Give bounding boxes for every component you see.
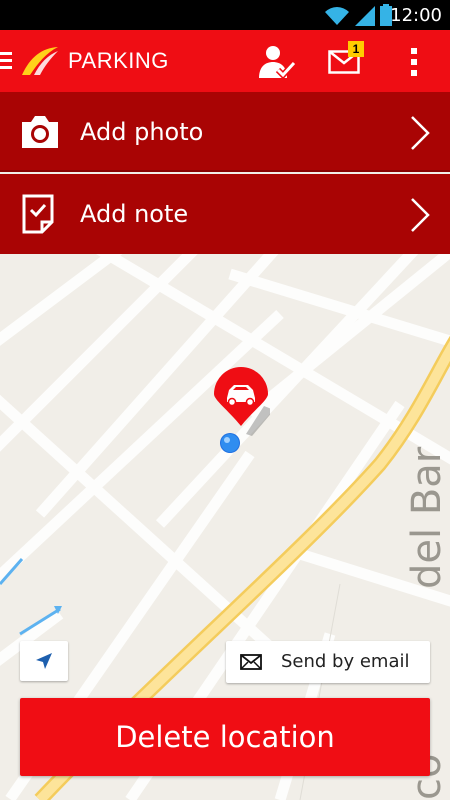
status-time: 12:00 bbox=[390, 5, 442, 26]
status-bar: 12:00 bbox=[0, 0, 450, 30]
chevron-right-icon bbox=[411, 116, 430, 150]
checkin-icon[interactable] bbox=[258, 44, 296, 80]
chevron-right-icon bbox=[411, 198, 430, 232]
note-icon bbox=[22, 194, 54, 234]
wifi-icon bbox=[325, 7, 349, 25]
add-photo-label: Add photo bbox=[80, 118, 204, 146]
envelope-icon bbox=[240, 654, 262, 670]
menu-icon[interactable] bbox=[0, 50, 12, 72]
navigation-arrow-icon bbox=[36, 653, 52, 669]
add-photo-row[interactable]: Add photo bbox=[0, 92, 450, 172]
my-location-button[interactable] bbox=[20, 641, 68, 681]
send-by-email-label: Send by email bbox=[281, 651, 410, 672]
signal-icon bbox=[355, 6, 375, 26]
current-location-icon bbox=[220, 433, 240, 453]
send-by-email-button[interactable]: Send by email bbox=[226, 641, 430, 683]
street-label: del Bar bbox=[404, 446, 450, 589]
app-title: PARKING bbox=[68, 48, 169, 73]
status-icons bbox=[324, 4, 392, 26]
app-bar: PARKING 1 bbox=[0, 30, 450, 92]
overflow-menu-icon[interactable] bbox=[406, 47, 422, 77]
add-note-label: Add note bbox=[80, 200, 189, 228]
camera-icon bbox=[22, 116, 58, 148]
add-note-row[interactable]: Add note bbox=[0, 174, 450, 254]
delete-location-button[interactable]: Delete location bbox=[20, 698, 430, 776]
airline-logo-icon bbox=[22, 47, 58, 75]
mail-badge: 1 bbox=[348, 41, 364, 57]
